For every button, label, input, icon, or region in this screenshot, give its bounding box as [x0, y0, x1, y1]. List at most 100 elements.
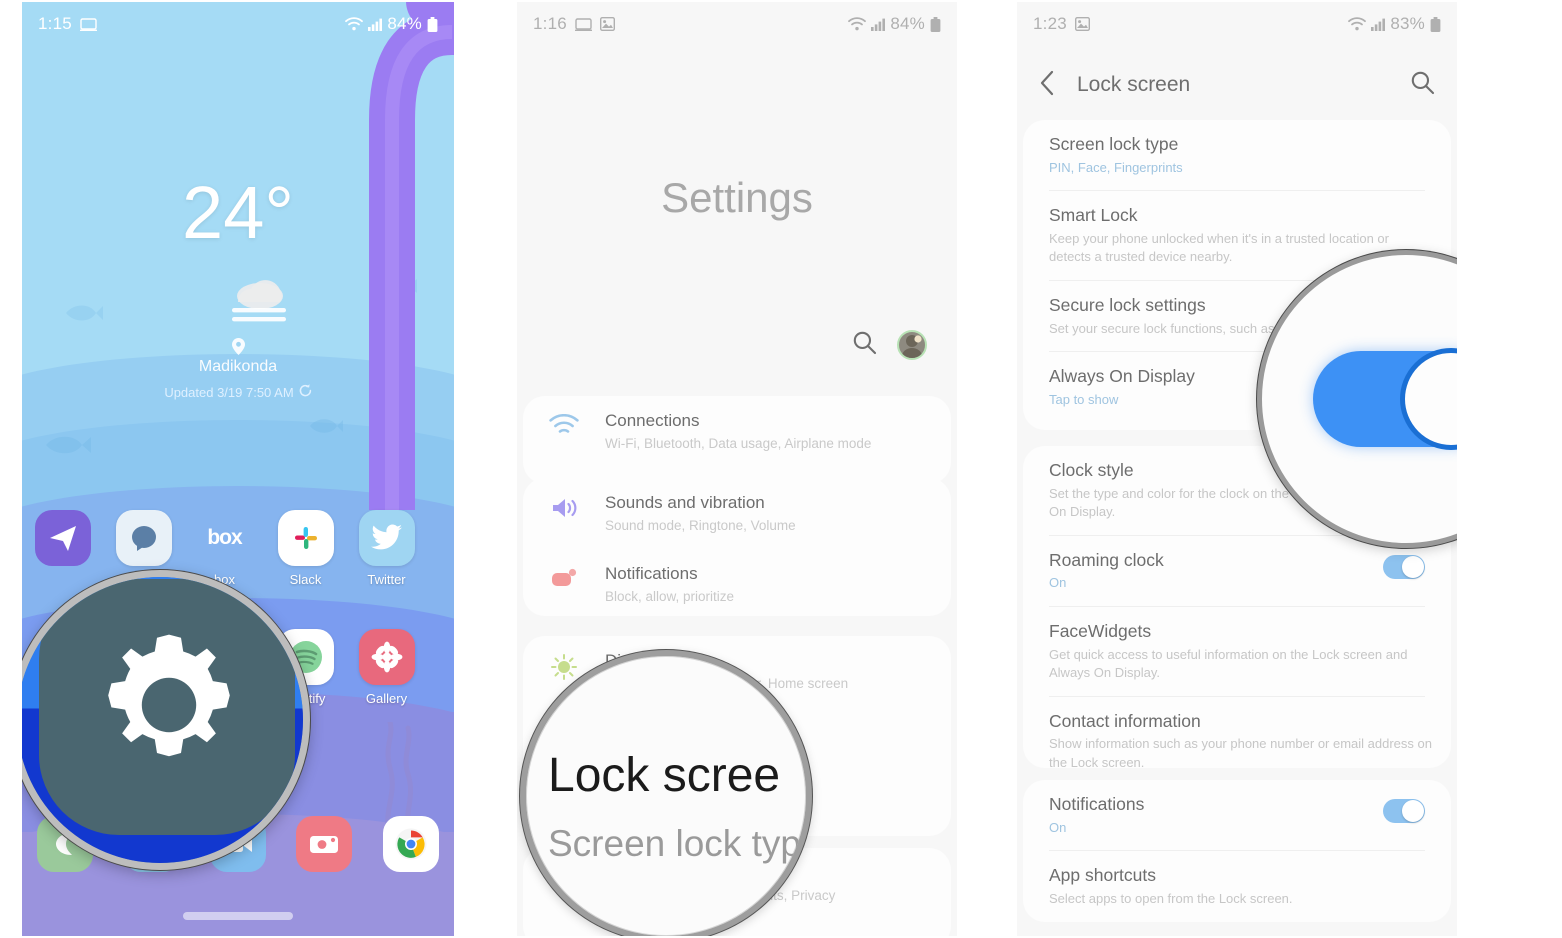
- gallery-icon: [358, 629, 415, 685]
- lock-row-facewidgets[interactable]: FaceWidgets Get quick access to useful i…: [1023, 607, 1451, 696]
- signal-icon: [1371, 18, 1386, 31]
- weather-updated-text: Updated 3/19 7:50 AM: [164, 384, 294, 400]
- box-logo-icon: box: [207, 526, 242, 549]
- app-slack[interactable]: Slack: [265, 510, 346, 587]
- image-icon: [1074, 17, 1090, 31]
- app-paper-plane[interactable]: [22, 510, 103, 587]
- screen-mirror-icon: [574, 17, 592, 31]
- lock-row-title: Notifications: [1049, 794, 1145, 814]
- lock-row-app-shortcuts[interactable]: App shortcuts Select apps to open from t…: [1023, 851, 1451, 921]
- lock-row-text: Contact information Show information suc…: [1023, 710, 1451, 773]
- wifi-icon: [1348, 17, 1367, 31]
- magnified-toggle[interactable]: [1313, 348, 1457, 450]
- lock-row-title: FaceWidgets: [1049, 620, 1152, 641]
- page-title: Settings: [661, 174, 813, 221]
- settings-row-title: Connections: [605, 411, 700, 430]
- gear-icon: [108, 634, 230, 757]
- lock-row-subtitle: Show information such as your phone numb…: [1049, 736, 1432, 770]
- settings-row-title: Notifications: [605, 564, 698, 584]
- phone-panel-settings: 1:16 84% Settings Connections Wi-Fi, Blu…: [517, 2, 957, 936]
- volume-icon: [523, 492, 605, 520]
- lock-row-text: App shortcuts Select apps to open from t…: [1023, 864, 1451, 908]
- lock-row-title: Smart Lock: [1049, 205, 1138, 226]
- dock-chrome[interactable]: [368, 816, 454, 878]
- status-bar-home: 1:15 84%: [22, 2, 454, 46]
- battery-percent: 83%: [1390, 14, 1425, 33]
- fish-icon: [66, 305, 103, 321]
- image-icon: [599, 17, 615, 31]
- wifi-icon: [345, 17, 364, 31]
- signal-icon: [368, 18, 383, 31]
- status-bar-left: 1:16: [533, 14, 615, 34]
- battery-icon: [427, 16, 438, 32]
- settings-card-connections: Connections Wi-Fi, Bluetooth, Data usage…: [523, 396, 951, 484]
- settings-row-sounds[interactable]: Sounds and vibration Sound mode, Rington…: [523, 478, 951, 549]
- screen-mirror-icon: [79, 17, 97, 31]
- toggle-knob: [1400, 348, 1457, 450]
- settings-row-subtitle: Wi-Fi, Bluetooth, Data usage, Airplane m…: [605, 435, 872, 451]
- settings-row-title: Sounds and vibration: [605, 493, 765, 512]
- app-twitter[interactable]: Twitter: [346, 510, 427, 587]
- lock-row-text: Roaming clock On: [1023, 549, 1383, 593]
- page-title: Lock screen: [1077, 73, 1191, 96]
- lock-row-title: App shortcuts: [1049, 865, 1156, 886]
- settings-row-notifications[interactable]: Notifications Block, allow, prioritize: [523, 549, 951, 620]
- navigation-pill[interactable]: [183, 912, 293, 920]
- lock-row-subtitle: On: [1049, 819, 1067, 835]
- lock-row-subtitle: PIN, Face, Fingerprints: [1049, 159, 1183, 175]
- settings-actions: [852, 330, 927, 360]
- location-pin-icon: [22, 338, 454, 360]
- lock-row-screen-lock-type[interactable]: Screen lock type PIN, Face, Fingerprints: [1023, 120, 1451, 190]
- search-icon[interactable]: [1410, 70, 1435, 100]
- status-bar-right: 83%: [1348, 14, 1441, 34]
- settings-card-sounds-notifications: Sounds and vibration Sound mode, Rington…: [523, 478, 951, 616]
- weather-updated-row: Updated 3/19 7:50 AM: [22, 384, 454, 400]
- status-time: 1:15: [38, 14, 72, 33]
- messenger-icon: [115, 510, 172, 566]
- magnified-row-subtitle: Screen lock typ: [548, 823, 801, 864]
- lock-row-title: Roaming clock: [1049, 549, 1164, 570]
- lock-row-notifications[interactable]: Notifications On: [1023, 780, 1451, 850]
- paper-plane-icon: [34, 510, 91, 566]
- settings-row-text: Connections Wi-Fi, Bluetooth, Data usage…: [605, 410, 951, 453]
- status-bar-right: 84%: [848, 14, 941, 34]
- twitter-icon: [358, 510, 415, 566]
- status-time: 1:16: [533, 14, 567, 33]
- slack-icon: [277, 510, 334, 566]
- wifi-icon: [523, 410, 605, 437]
- lock-row-text: FaceWidgets Get quick access to useful i…: [1023, 620, 1451, 683]
- status-time: 1:23: [1033, 14, 1067, 33]
- roaming-clock-toggle[interactable]: [1383, 554, 1425, 579]
- lock-row-subtitle: Get quick access to useful information o…: [1049, 646, 1408, 681]
- phone-panel-home-screen: 1:15 84% 24° Madikonda Updated 3/19 7:50…: [22, 2, 454, 936]
- lock-row-contact-information[interactable]: Contact information Show information suc…: [1023, 697, 1451, 786]
- app-label: Gallery: [365, 691, 408, 706]
- chevron-left-icon[interactable]: [1039, 70, 1055, 101]
- notifications-icon: [523, 563, 605, 589]
- signal-icon: [871, 18, 886, 31]
- straw-decoration: [369, 2, 454, 510]
- search-icon[interactable]: [852, 330, 877, 360]
- settings-row-text: Sounds and vibration Sound mode, Rington…: [605, 492, 951, 535]
- status-bar-settings: 1:16 84%: [517, 2, 957, 46]
- settings-row-connections[interactable]: Connections Wi-Fi, Bluetooth, Data usage…: [523, 396, 951, 467]
- toggle-knob: [1402, 555, 1424, 578]
- account-avatar[interactable]: [897, 330, 927, 360]
- status-bar-lock: 1:23 83%: [1017, 2, 1457, 46]
- battery-percent: 84%: [890, 14, 925, 33]
- magnified-row-title: Lock scree: [548, 749, 781, 802]
- lock-screen-appbar: Lock screen: [1017, 58, 1457, 112]
- wifi-icon: [848, 17, 867, 31]
- notifications-toggle[interactable]: [1383, 799, 1425, 823]
- refresh-icon[interactable]: [299, 384, 312, 400]
- lock-row-title: Screen lock type: [1049, 134, 1179, 154]
- status-bar-left: 1:15: [38, 14, 97, 34]
- status-bar-left: 1:23: [1033, 14, 1090, 34]
- battery-icon: [930, 16, 941, 32]
- settings-row-subtitle: Sound mode, Ringtone, Volume: [605, 517, 796, 533]
- cloud-fog-icon: [220, 278, 298, 330]
- app-gallery[interactable]: Gallery: [346, 629, 427, 706]
- weather-location: Madikonda: [198, 358, 278, 375]
- fish-icon: [46, 436, 91, 454]
- weather-temperature: 24°: [182, 171, 294, 254]
